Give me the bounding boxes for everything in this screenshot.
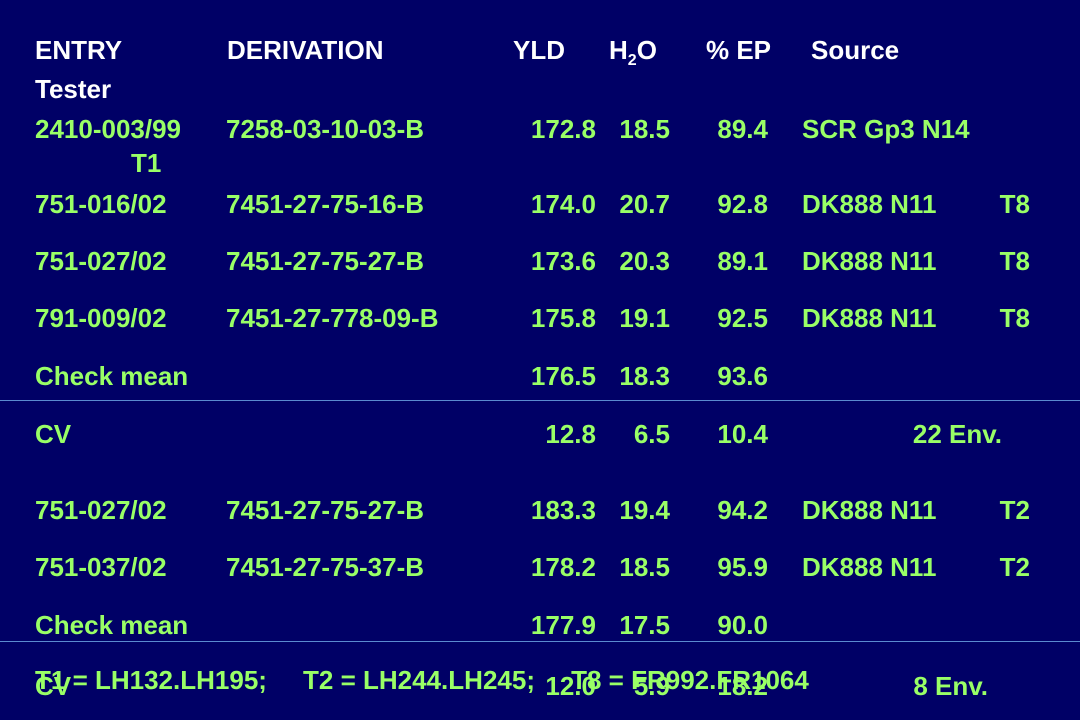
row-5-env: 22 Env. [912, 419, 1002, 449]
row-8-h2o: 17.5 [619, 610, 670, 640]
row-7-derivation: 7451-27-75-37-B [226, 552, 425, 582]
row-8-yld: 177.9 [530, 610, 596, 640]
row-6-ep: 94.2 [717, 495, 768, 525]
row-2-tester: T8 [999, 246, 1030, 276]
row-5-entry: CV [35, 419, 72, 449]
row-8-ep: 90.0 [717, 610, 768, 640]
row-1-tester: T8 [999, 189, 1030, 219]
row-7-yld: 178.2 [530, 552, 596, 582]
row-3-h2o: 19.1 [619, 303, 670, 333]
row-5-h2o: 6.5 [633, 419, 670, 449]
divider-2 [0, 641, 1080, 642]
row-0-entry: 2410-003/99 [35, 114, 182, 144]
header-source: Source [811, 35, 900, 65]
row-1-yld: 174.0 [530, 189, 596, 219]
row-6-yld: 183.3 [530, 495, 596, 525]
row-4-yld: 176.5 [530, 361, 596, 391]
header-entry: ENTRY [35, 35, 123, 65]
row-7-h2o: 18.5 [619, 552, 670, 582]
row-1-source: DK888 N11 [802, 189, 937, 219]
row-2-derivation: 7451-27-75-27-B [226, 246, 425, 276]
row-3-tester: T8 [999, 303, 1030, 333]
row-2-source: DK888 N11 [802, 246, 937, 276]
row-1-ep: 92.8 [717, 189, 768, 219]
row-8-entry: Check mean [35, 610, 189, 640]
row-4-entry: Check mean [35, 361, 189, 391]
row-2-h2o: 20.3 [619, 246, 670, 276]
row-2-entry: 751-027/02 [35, 246, 167, 276]
row-7-source: DK888 N11 [802, 552, 937, 582]
row-3-derivation: 7451-27-778-09-B [226, 303, 439, 333]
row-6-source: DK888 N11 [802, 495, 937, 525]
row-1-entry: 751-016/02 [35, 189, 167, 219]
row-4-h2o: 18.3 [619, 361, 670, 391]
row-3-yld: 175.8 [530, 303, 596, 333]
divider-1 [0, 400, 1080, 401]
row-5-ep: 10.4 [717, 419, 768, 449]
row-1-derivation: 7451-27-75-16-B [226, 189, 425, 219]
row-0-yld: 172.8 [530, 114, 596, 144]
row-7-entry: 751-037/02 [35, 552, 167, 582]
row-3-entry: 791-009/02 [35, 303, 167, 333]
row-9-env: 8 Env. [913, 671, 988, 701]
row-0-ep: 89.4 [717, 114, 768, 144]
header-h2o: H2O [609, 35, 657, 70]
row-7-ep: 95.9 [717, 552, 768, 582]
header-h2o-tail: O [636, 35, 657, 65]
header-h2o-main: H [609, 35, 628, 65]
header-ep: % EP [706, 35, 772, 65]
header-h2o-sub: 2 [627, 52, 637, 69]
row-0-tester: T1 [131, 148, 162, 178]
row-6-h2o: 19.4 [619, 495, 670, 525]
row-2-ep: 89.1 [717, 246, 768, 276]
footnote: T1 = LH132.LH195; T2 = LH244.LH245; T8 =… [35, 665, 809, 695]
header-derivation: DERIVATION [227, 35, 384, 65]
row-7-tester: T2 [999, 552, 1030, 582]
header-tester: Tester [35, 74, 112, 104]
row-6-tester: T2 [999, 495, 1030, 525]
row-6-entry: 751-027/02 [35, 495, 167, 525]
row-2-yld: 173.6 [530, 246, 596, 276]
row-1-h2o: 20.7 [619, 189, 670, 219]
row-5-yld: 12.8 [545, 419, 596, 449]
slide: { "header": { "entry": "ENTRY", "derivat… [0, 0, 1080, 720]
row-0-source: SCR Gp3 N14 [802, 114, 970, 144]
row-0-derivation: 7258-03-10-03-B [226, 114, 425, 144]
row-6-derivation: 7451-27-75-27-B [226, 495, 425, 525]
row-0-h2o: 18.5 [619, 114, 670, 144]
row-3-ep: 92.5 [717, 303, 768, 333]
header-yld: YLD [513, 35, 565, 65]
row-4-ep: 93.6 [717, 361, 768, 391]
row-3-source: DK888 N11 [802, 303, 937, 333]
